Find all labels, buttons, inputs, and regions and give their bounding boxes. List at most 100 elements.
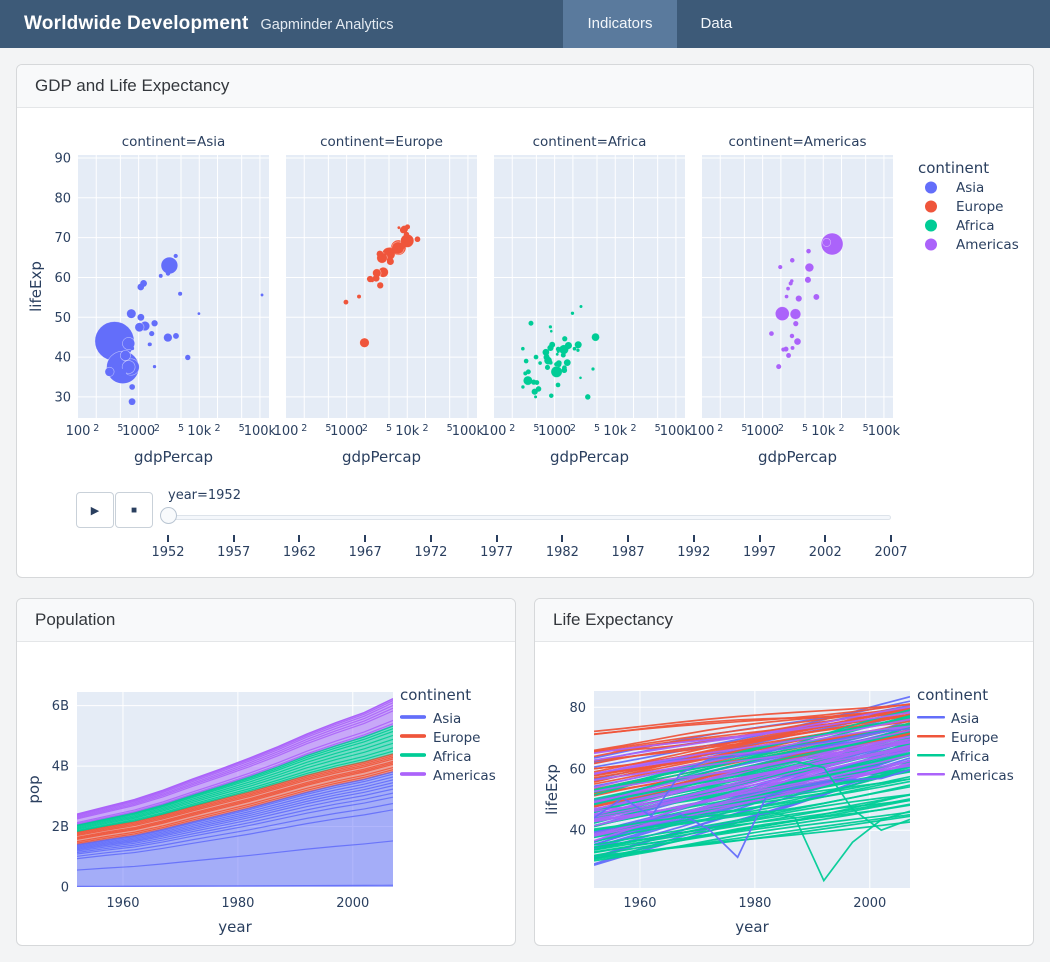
scatter-point[interactable] xyxy=(137,284,144,291)
scatter-point[interactable] xyxy=(127,309,136,318)
scatter-point[interactable] xyxy=(371,279,374,282)
year-tick-label-1957[interactable]: 1957 xyxy=(202,545,266,560)
scatter-point[interactable] xyxy=(534,395,537,398)
year-tick-label-1962[interactable]: 1962 xyxy=(267,545,331,560)
scatter-point[interactable] xyxy=(576,344,580,348)
scatter-point[interactable] xyxy=(344,300,349,305)
scatter-point[interactable] xyxy=(185,355,190,360)
scatter-point[interactable] xyxy=(564,359,571,366)
scatter-point[interactable] xyxy=(261,294,264,297)
scatter-point[interactable] xyxy=(374,270,379,275)
legend-item-americas[interactable]: Americas xyxy=(400,768,496,784)
scatter-point[interactable] xyxy=(549,342,555,348)
scatter-point[interactable] xyxy=(405,224,410,229)
scatter-point[interactable] xyxy=(377,251,384,258)
year-tick-label-1972[interactable]: 1972 xyxy=(399,545,463,560)
scatter-point[interactable] xyxy=(579,376,582,379)
scatter-point[interactable] xyxy=(549,361,553,365)
scatter-point[interactable] xyxy=(527,378,530,381)
scatter-point[interactable] xyxy=(823,238,831,246)
scatter-point[interactable] xyxy=(806,249,811,254)
scatter-point[interactable] xyxy=(790,258,795,263)
legend-item-africa[interactable]: Africa xyxy=(925,218,995,234)
stop-button[interactable]: ■ xyxy=(115,492,153,528)
scatter-point[interactable] xyxy=(538,361,542,365)
scatter-point[interactable] xyxy=(796,295,802,301)
scatter-point[interactable] xyxy=(565,342,572,349)
scatter-point[interactable] xyxy=(153,365,156,368)
scatter-point[interactable] xyxy=(534,355,539,360)
scatter-point[interactable] xyxy=(549,325,552,328)
scatter-point[interactable] xyxy=(397,226,400,229)
scatter-point[interactable] xyxy=(545,353,549,357)
scatter-point[interactable] xyxy=(119,369,126,376)
scatter-point[interactable] xyxy=(110,357,116,363)
scatter-point[interactable] xyxy=(360,338,370,348)
scatter-point[interactable] xyxy=(198,312,201,315)
scatter-point[interactable] xyxy=(576,349,579,352)
scatter-point[interactable] xyxy=(785,295,789,299)
scatter-point[interactable] xyxy=(137,314,144,321)
year-tick-label-1967[interactable]: 1967 xyxy=(333,545,397,560)
scatter-point[interactable] xyxy=(794,338,801,345)
scatter-point[interactable] xyxy=(404,232,409,237)
scatter-point[interactable] xyxy=(554,362,558,366)
year-tick-label-1982[interactable]: 1982 xyxy=(530,545,594,560)
year-tick-label-1952[interactable]: 1952 xyxy=(136,545,200,560)
scatter-point[interactable] xyxy=(805,277,811,283)
scatter-point[interactable] xyxy=(550,330,553,333)
scatter-point[interactable] xyxy=(813,294,819,300)
scatter-point[interactable] xyxy=(178,292,182,296)
scatter-point[interactable] xyxy=(549,393,553,397)
legend-item-africa[interactable]: Africa xyxy=(917,749,990,765)
scatter-point[interactable] xyxy=(781,347,785,351)
year-tick-label-2002[interactable]: 2002 xyxy=(793,545,857,560)
scatter-point[interactable] xyxy=(778,265,782,269)
scatter-point[interactable] xyxy=(174,254,178,258)
legend-item-europe[interactable]: Europe xyxy=(925,199,1003,215)
scatter-point[interactable] xyxy=(159,274,163,278)
scatter-point[interactable] xyxy=(790,334,794,338)
year-tick-label-1987[interactable]: 1987 xyxy=(596,545,660,560)
scatter-point[interactable] xyxy=(545,365,550,370)
scatter-point[interactable] xyxy=(536,386,542,392)
scatter-point[interactable] xyxy=(571,312,574,315)
scatter-point[interactable] xyxy=(562,336,567,341)
legend-item-asia[interactable]: Asia xyxy=(925,180,984,196)
year-tick-label-2007[interactable]: 2007 xyxy=(859,545,923,560)
scatter-point[interactable] xyxy=(769,331,774,336)
year-slider-handle[interactable] xyxy=(160,507,177,524)
scatter-point[interactable] xyxy=(382,253,386,257)
legend-item-europe[interactable]: Europe xyxy=(400,730,480,746)
scatter-point[interactable] xyxy=(129,398,136,405)
scatter-point[interactable] xyxy=(523,371,527,375)
play-button[interactable]: ▶ xyxy=(76,492,114,528)
scatter-point[interactable] xyxy=(561,353,566,358)
scatter-point[interactable] xyxy=(805,263,814,272)
scatter-point[interactable] xyxy=(557,350,560,353)
year-tick-label-1997[interactable]: 1997 xyxy=(728,545,792,560)
legend-item-europe[interactable]: Europe xyxy=(917,730,998,746)
scatter-point[interactable] xyxy=(786,353,791,358)
scatter-point[interactable] xyxy=(579,305,582,308)
scatter-point[interactable] xyxy=(528,321,533,326)
scatter-point[interactable] xyxy=(388,248,393,253)
year-slider-track[interactable] xyxy=(168,515,891,520)
scatter-point[interactable] xyxy=(790,279,793,282)
legend-item-africa[interactable]: Africa xyxy=(400,749,472,765)
scatter-point[interactable] xyxy=(591,367,594,370)
scatter-point[interactable] xyxy=(790,309,801,320)
scatter-point[interactable] xyxy=(556,383,561,388)
year-tick-label-1977[interactable]: 1977 xyxy=(465,545,529,560)
scatter-point[interactable] xyxy=(523,376,532,385)
scatter-point[interactable] xyxy=(786,287,790,291)
scatter-point[interactable] xyxy=(521,347,525,351)
scatter-point[interactable] xyxy=(357,295,361,299)
scatter-point[interactable] xyxy=(779,311,787,319)
legend-item-americas[interactable]: Americas xyxy=(917,768,1014,784)
scatter-point[interactable] xyxy=(776,364,781,369)
scatter-point[interactable] xyxy=(791,346,795,350)
scatter-point[interactable] xyxy=(377,282,383,288)
scatter-point[interactable] xyxy=(387,257,392,262)
scatter-point[interactable] xyxy=(556,353,559,356)
